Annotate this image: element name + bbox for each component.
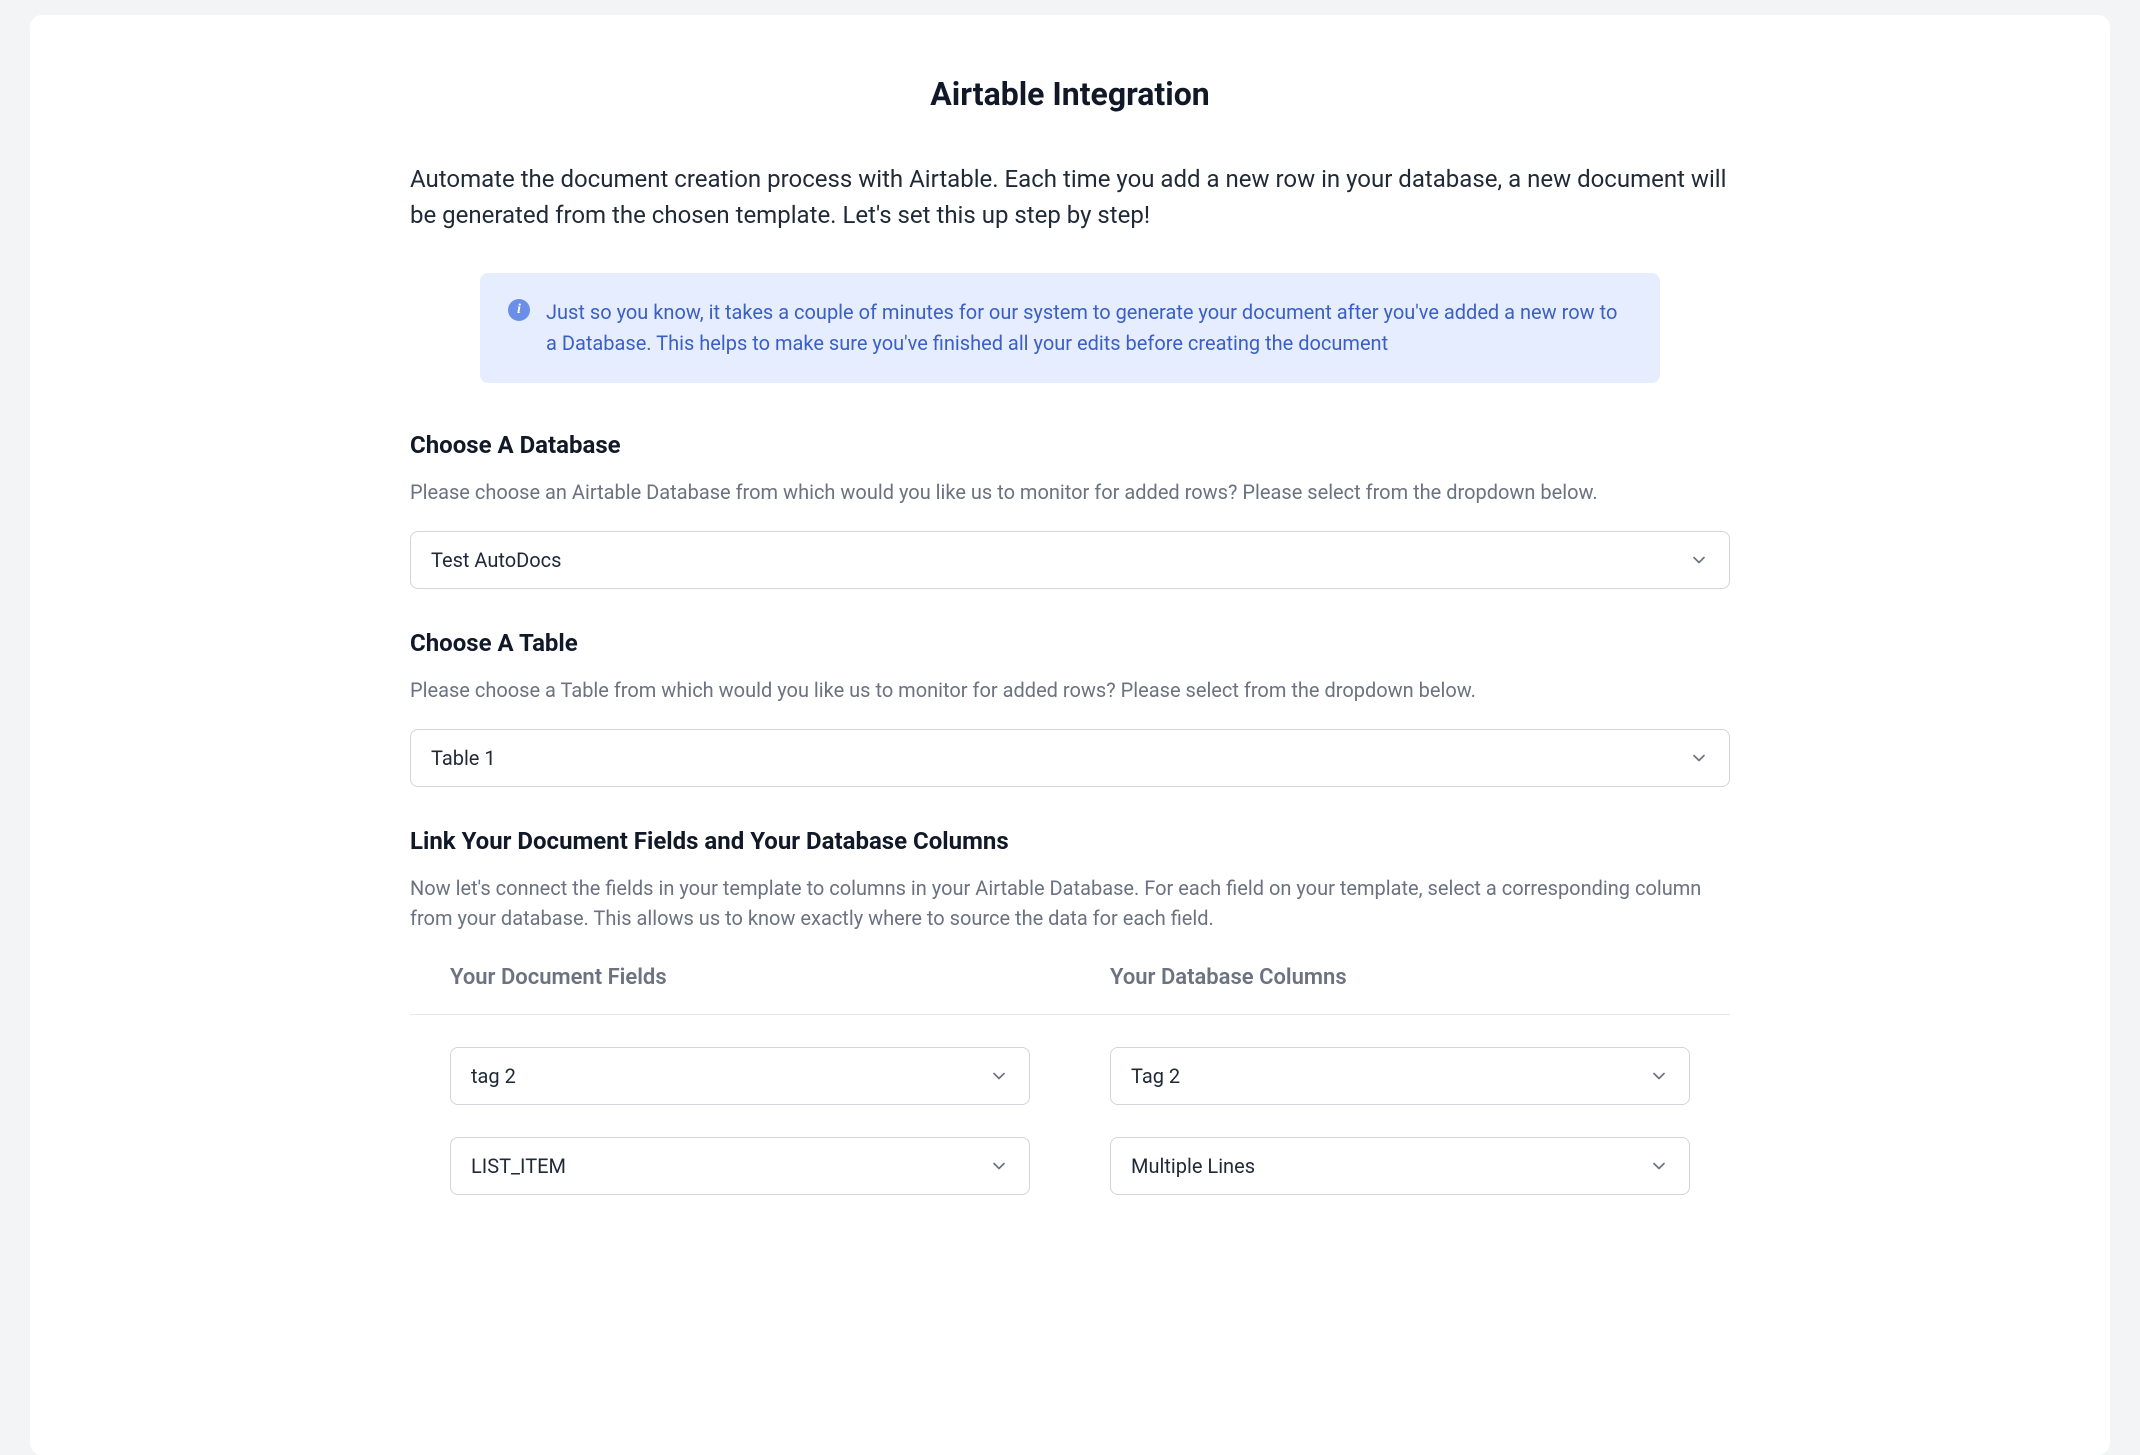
database-section-title: Choose A Database — [410, 431, 1730, 459]
chevron-down-icon — [1689, 550, 1709, 570]
page-title: Airtable Integration — [410, 75, 1730, 113]
link-section-description: Now let's connect the fields in your tem… — [410, 873, 1730, 933]
mapping-field-col: tag 2 — [450, 1047, 1030, 1105]
chevron-down-icon — [989, 1156, 1009, 1176]
document-field-select[interactable]: LIST_ITEM — [450, 1137, 1030, 1195]
link-section-title: Link Your Document Fields and Your Datab… — [410, 827, 1730, 855]
chevron-down-icon — [1649, 1066, 1669, 1086]
database-column-select[interactable]: Tag 2 — [1110, 1047, 1690, 1105]
chevron-down-icon — [1689, 748, 1709, 768]
chevron-down-icon — [989, 1066, 1009, 1086]
database-column-select[interactable]: Multiple Lines — [1110, 1137, 1690, 1195]
mapping-header-fields: Your Document Fields — [450, 965, 1030, 990]
database-select[interactable]: Test AutoDocs — [410, 531, 1730, 589]
info-notice-text: Just so you know, it takes a couple of m… — [546, 297, 1632, 359]
document-field-value: LIST_ITEM — [471, 1154, 566, 1178]
info-icon: i — [508, 299, 530, 321]
mapping-column-col: Tag 2 — [1110, 1047, 1690, 1105]
content-wrapper: Airtable Integration Automate the docume… — [370, 75, 1770, 1195]
database-column-value: Multiple Lines — [1131, 1154, 1255, 1178]
chevron-down-icon — [1649, 1156, 1669, 1176]
mapping-row: tag 2 Tag 2 — [410, 1047, 1730, 1105]
table-section: Choose A Table Please choose a Table fro… — [410, 629, 1730, 787]
table-section-title: Choose A Table — [410, 629, 1730, 657]
table-select-value: Table 1 — [431, 746, 496, 770]
integration-card: Airtable Integration Automate the docume… — [30, 15, 2110, 1455]
mapping-field-col: LIST_ITEM — [450, 1137, 1030, 1195]
database-section-description: Please choose an Airtable Database from … — [410, 477, 1730, 507]
document-field-select[interactable]: tag 2 — [450, 1047, 1030, 1105]
table-select[interactable]: Table 1 — [410, 729, 1730, 787]
intro-text: Automate the document creation process w… — [410, 161, 1730, 233]
mapping-column-col: Multiple Lines — [1110, 1137, 1690, 1195]
link-section: Link Your Document Fields and Your Datab… — [410, 827, 1730, 1195]
document-field-value: tag 2 — [471, 1064, 516, 1088]
info-notice: i Just so you know, it takes a couple of… — [480, 273, 1660, 383]
database-select-value: Test AutoDocs — [431, 548, 561, 572]
mapping-row: LIST_ITEM Multiple Lines — [410, 1137, 1730, 1195]
mapping-header: Your Document Fields Your Database Colum… — [410, 965, 1730, 1015]
database-column-value: Tag 2 — [1131, 1064, 1180, 1088]
mapping-container: Your Document Fields Your Database Colum… — [410, 965, 1730, 1195]
database-section: Choose A Database Please choose an Airta… — [410, 431, 1730, 589]
mapping-header-columns: Your Database Columns — [1110, 965, 1690, 990]
table-section-description: Please choose a Table from which would y… — [410, 675, 1730, 705]
